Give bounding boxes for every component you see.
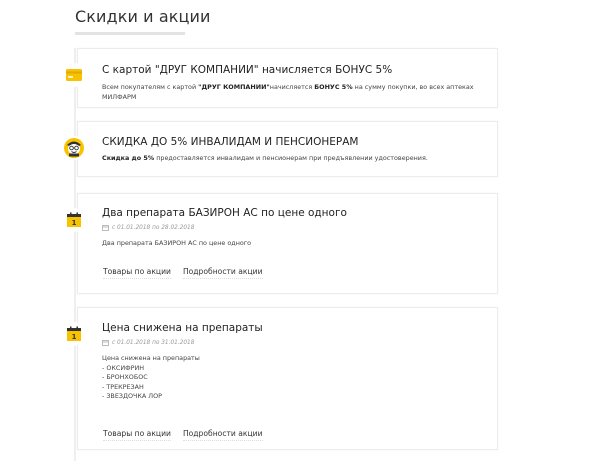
title-underline (75, 32, 185, 35)
promo-date: с 01.01.2018 по 31.01.2018 (102, 340, 194, 346)
promo-links: Товары по акции Подробности акции (103, 267, 263, 279)
calendar-icon: 1 (62, 322, 86, 346)
calendar-day: 1 (72, 333, 77, 341)
bonus-card-icon (62, 63, 86, 87)
details-link[interactable]: Подробности акции (182, 429, 263, 441)
small-calendar-icon (102, 225, 109, 231)
calendar-icon: 1 (62, 208, 86, 232)
description-line: - БРОНХОБОС (102, 373, 148, 381)
promo-text: Всем покупателям с картой "ДРУГ КОМПАНИИ… (102, 83, 474, 101)
description-line: - ТРЕКРЕЗАН (102, 382, 144, 391)
description-line: - ЗВЕЗДОЧКА ЛОР (102, 392, 162, 400)
products-link[interactable]: Товары по акции (103, 267, 171, 279)
promo-text: Скидка до 5% предоставляется инвалидам и… (102, 154, 428, 162)
senior-person-icon (62, 136, 86, 160)
promo-card-baziron: 1 Два препарата БАЗИРОН АС по цене одног… (62, 193, 498, 294)
description-line: - ОКСИФРИН (102, 363, 145, 372)
promo-title: СКИДКА ДО 5% ИНВАЛИДАМ И ПЕНСИОНЕРАМ (102, 136, 359, 148)
promo-card-discount: СКИДКА ДО 5% ИНВАЛИДАМ И ПЕНСИОНЕРАМ Ски… (62, 121, 498, 177)
promo-card-price-cut: 1 Цена снижена на препараты с 01.01.2018… (62, 307, 498, 450)
timeline-line (74, 48, 76, 461)
promo-title: Два препарата БАЗИРОН АС по цене одного (102, 207, 347, 219)
promo-date: с 01.01.2018 по 28.02.2018 (102, 225, 194, 231)
promo-description: Два препарата БАЗИРОН АС по цене одного (102, 239, 252, 247)
small-calendar-icon (102, 340, 109, 346)
promo-links: Товары по акции Подробности акции (103, 429, 263, 441)
products-link[interactable]: Товары по акции (103, 429, 171, 441)
promo-description: Цена снижена на препараты - ОКСИФРИН - Б… (102, 354, 482, 402)
details-link[interactable]: Подробности акции (182, 267, 263, 279)
promo-title: С картой "ДРУГ КОМПАНИИ" начисляется БОН… (102, 64, 393, 76)
calendar-day: 1 (72, 219, 77, 227)
description-line: Цена снижена на препараты (102, 354, 200, 362)
promo-title: Цена снижена на препараты (102, 322, 263, 334)
page-title: Скидки и акции (75, 7, 211, 26)
promo-card-bonus: С картой "ДРУГ КОМПАНИИ" начисляется БОН… (62, 48, 498, 108)
